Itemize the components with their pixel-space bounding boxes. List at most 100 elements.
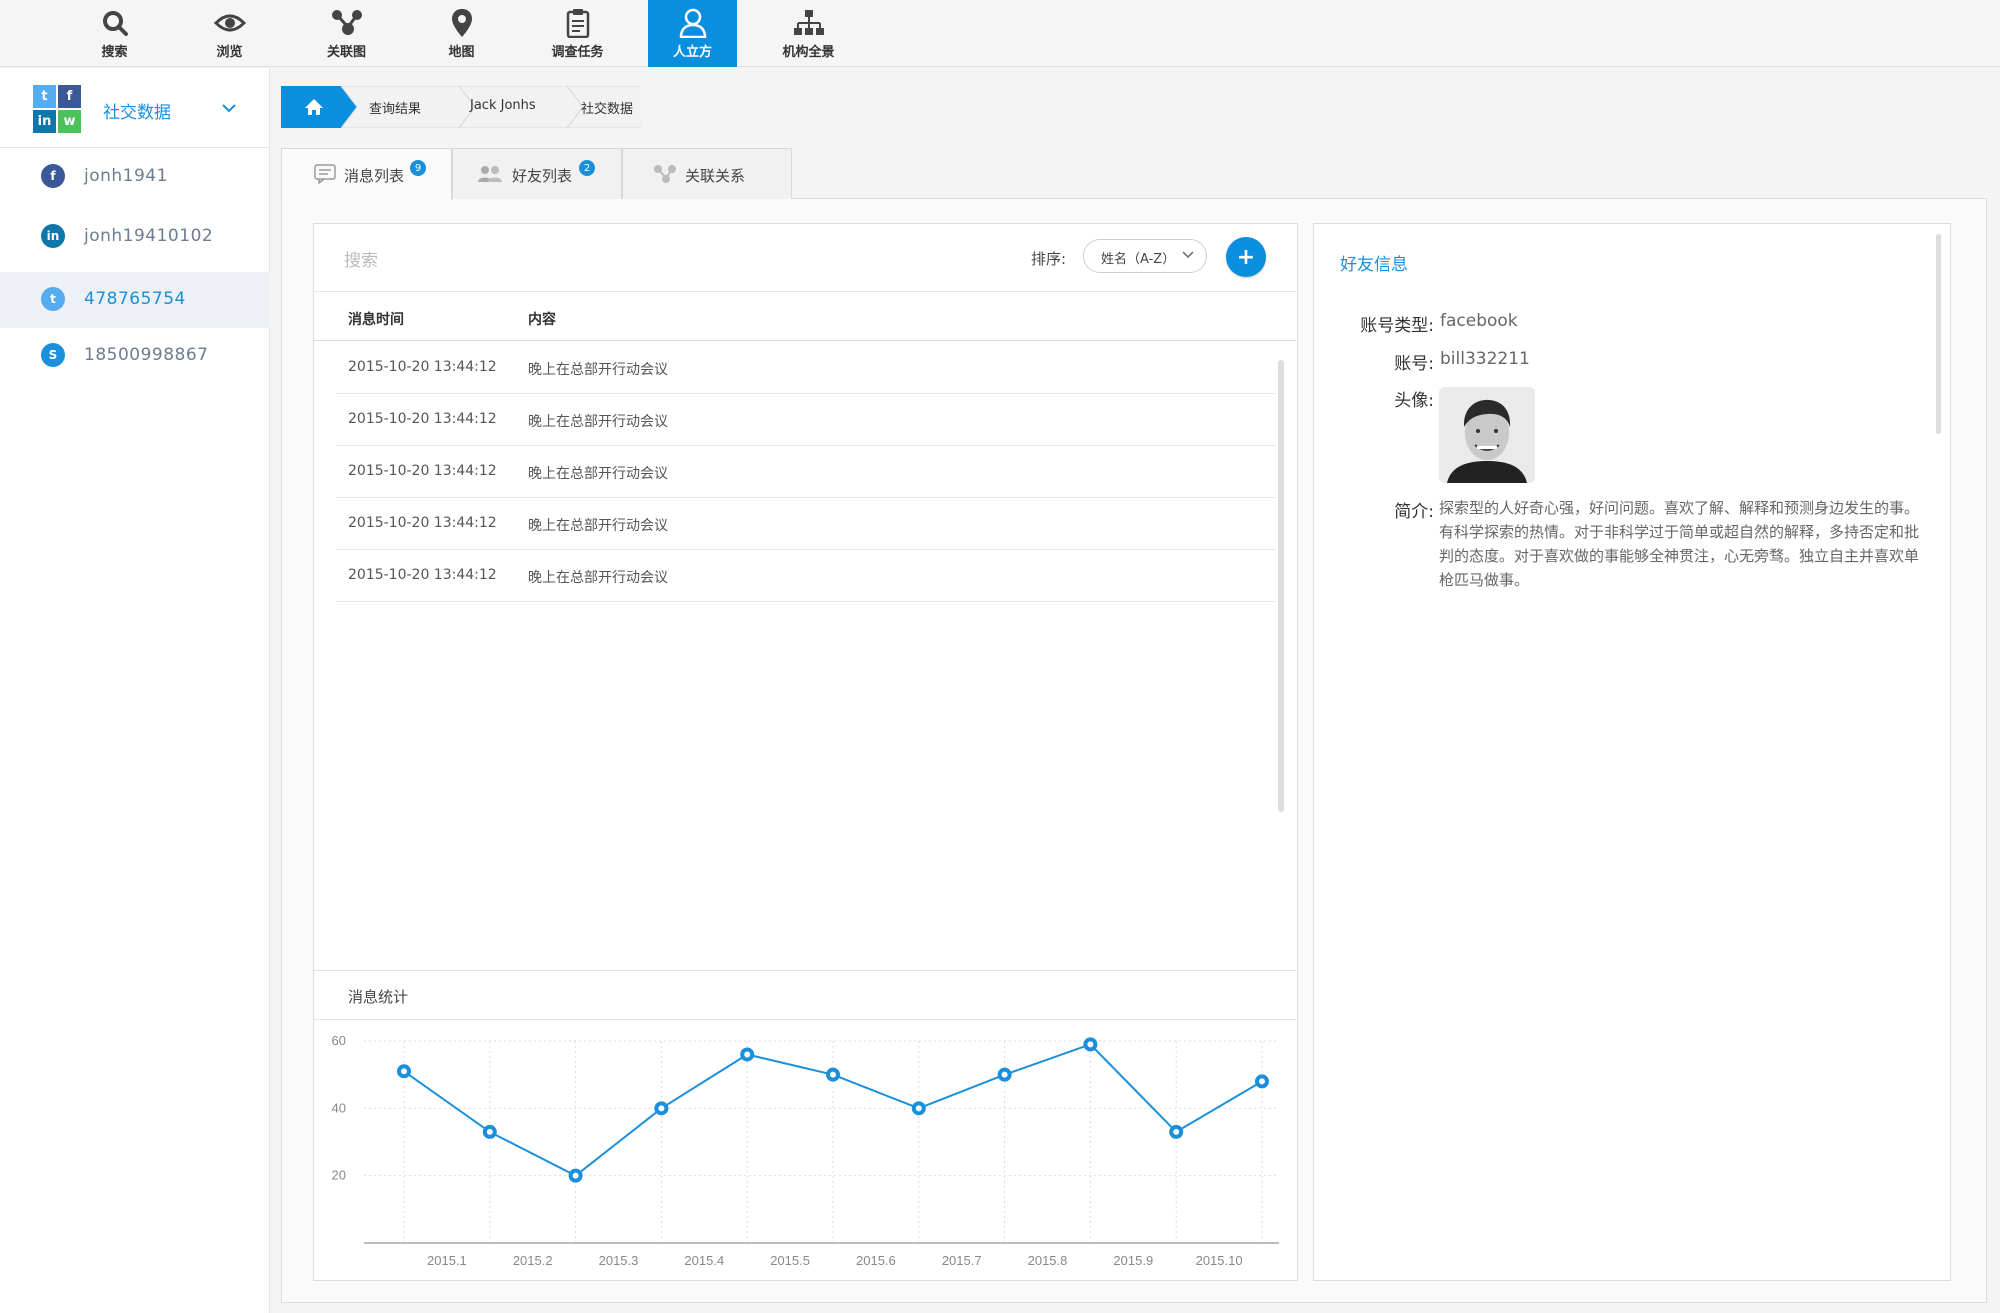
x-tick-label: 2015.5	[770, 1253, 810, 1268]
relation-icon	[654, 165, 676, 183]
message-list-card: 搜索 排序: 姓名（A-Z） + 消息时间 内容 2015-10-20 13:4…	[313, 223, 1298, 1281]
twitter-icon: t	[41, 287, 65, 311]
friend-info-title: 好友信息	[1340, 255, 1408, 275]
tab-relations[interactable]: 关联关系	[622, 148, 792, 199]
search-input[interactable]: 搜索	[344, 246, 378, 271]
sidebar-item-skype[interactable]: S 18500998867	[0, 328, 270, 384]
account-value: bill332211	[1440, 349, 1530, 369]
y-tick-label: 20	[332, 1168, 346, 1183]
sidebar-item-label: 18500998867	[84, 345, 209, 365]
eye-icon	[185, 8, 274, 38]
sidebar-item-label: 478765754	[84, 289, 186, 309]
nav-graph[interactable]: 关联图	[302, 0, 391, 67]
message-content: 晚上在总部开行动会议	[528, 362, 668, 378]
message-icon	[314, 164, 336, 184]
tab-messages[interactable]: 消息列表 9	[281, 148, 452, 200]
bio-label: 简介:	[1394, 502, 1434, 522]
nav-browse[interactable]: 浏览	[185, 0, 274, 67]
tab-label: 关联关系	[685, 167, 746, 185]
data-point	[997, 1067, 1012, 1082]
social-logo-icon: t f in w	[33, 85, 81, 133]
table-row[interactable]: 2015-10-20 13:44:12 晚上在总部开行动会议	[336, 498, 1276, 550]
nav-org[interactable]: 机构全景	[764, 0, 853, 67]
breadcrumb-item[interactable]: Jack Jonhs	[470, 86, 570, 128]
account-type-value: facebook	[1440, 311, 1518, 331]
sidebar-item-twitter[interactable]: t 478765754	[0, 272, 270, 328]
add-button[interactable]: +	[1226, 237, 1266, 277]
search-icon	[70, 8, 159, 38]
list-scrollbar[interactable]	[1278, 360, 1284, 812]
nav-label: 关联图	[326, 45, 366, 60]
x-tick-label: 2015.3	[599, 1253, 639, 1268]
data-point	[1083, 1037, 1098, 1052]
avatar-label: 头像:	[1394, 391, 1434, 411]
nav-label: 搜索	[101, 45, 128, 60]
message-time: 2015-10-20 13:44:12	[348, 567, 497, 583]
data-point	[911, 1101, 926, 1116]
tab-badge: 9	[410, 160, 426, 176]
linkedin-icon: in	[41, 224, 65, 248]
message-time: 2015-10-20 13:44:12	[348, 411, 497, 427]
x-tick-label: 2015.9	[1113, 1253, 1153, 1268]
sort-label: 排序:	[1031, 250, 1067, 268]
nav-label: 浏览	[216, 45, 243, 60]
table-row[interactable]: 2015-10-20 13:44:12 晚上在总部开行动会议	[336, 394, 1276, 446]
friend-info-card: 好友信息 账号类型: facebook 账号: bill332211 头像: 简…	[1313, 223, 1951, 1281]
sidebar-header[interactable]: t f in w 社交数据	[0, 68, 270, 148]
message-content: 晚上在总部开行动会议	[528, 466, 668, 482]
sidebar: t f in w 社交数据 f jonh1941 in jonh19410102…	[0, 68, 270, 1313]
clipboard-icon	[533, 8, 622, 38]
breadcrumb-label: 社交数据	[581, 102, 634, 117]
breadcrumb-label: 查询结果	[369, 102, 422, 117]
nav-task[interactable]: 调查任务	[533, 0, 622, 67]
tab-friends[interactable]: 好友列表 2	[452, 148, 622, 199]
tab-label: 消息列表	[344, 167, 405, 185]
account-type-label: 账号类型:	[1360, 316, 1434, 336]
message-content: 晚上在总部开行动会议	[528, 570, 668, 586]
data-point	[826, 1067, 840, 1082]
graph-icon	[302, 8, 391, 38]
table-row[interactable]: 2015-10-20 13:44:12 晚上在总部开行动会议	[336, 446, 1276, 498]
info-scrollbar[interactable]	[1936, 234, 1941, 434]
series-line	[403, 1043, 1263, 1177]
message-content: 晚上在总部开行动会议	[528, 414, 668, 430]
data-point	[397, 1064, 411, 1079]
breadcrumb-item[interactable]: 查询结果	[369, 86, 469, 128]
nav-label: 人立方	[672, 45, 712, 60]
x-tick-label: 2015.10	[1196, 1253, 1243, 1268]
table-row[interactable]: 2015-10-20 13:44:12 晚上在总部开行动会议	[336, 550, 1276, 602]
stats-header: 消息统计	[314, 970, 1296, 1020]
sidebar-item-facebook[interactable]: f jonh1941	[0, 149, 270, 205]
person-icon	[648, 8, 737, 38]
data-point	[1169, 1124, 1184, 1139]
message-time: 2015-10-20 13:44:12	[348, 463, 497, 479]
chevron-down-icon[interactable]	[222, 98, 236, 117]
sidebar-item-linkedin[interactable]: in jonh19410102	[0, 209, 270, 265]
x-tick-label: 2015.1	[427, 1253, 467, 1268]
sidebar-title: 社交数据	[103, 103, 171, 123]
sort-select[interactable]: 姓名（A-Z）	[1083, 239, 1207, 273]
message-content: 晚上在总部开行动会议	[528, 518, 668, 534]
column-header-time: 消息时间	[348, 312, 404, 328]
data-point	[740, 1047, 755, 1062]
nav-map[interactable]: 地图	[417, 0, 506, 67]
data-point	[654, 1101, 669, 1116]
nav-label: 机构全景	[782, 45, 835, 60]
table-row[interactable]: 2015-10-20 13:44:12 晚上在总部开行动会议	[336, 342, 1276, 394]
breadcrumb-item[interactable]: 社交数据	[581, 86, 661, 128]
data-point	[482, 1124, 497, 1139]
avatar	[1439, 387, 1535, 483]
tab-label: 好友列表	[512, 167, 573, 185]
facebook-icon: f	[41, 164, 65, 188]
nav-person-cube[interactable]: 人立方	[648, 0, 737, 67]
y-tick-label: 40	[332, 1100, 346, 1115]
nav-search[interactable]: 搜索	[70, 0, 159, 67]
account-label: 账号:	[1394, 354, 1434, 374]
message-stats-chart: 20 40 60 2015.1 2015.2 2015.3 2015.4 2015.5 2015…	[332, 1033, 1279, 1268]
nav-label: 调查任务	[551, 45, 604, 60]
x-tick-label: 2015.2	[513, 1253, 553, 1268]
message-time: 2015-10-20 13:44:12	[348, 515, 497, 531]
nav-label: 地图	[448, 45, 475, 60]
x-tick-label: 2015.7	[942, 1253, 982, 1268]
x-tick-label: 2015.4	[684, 1253, 724, 1268]
